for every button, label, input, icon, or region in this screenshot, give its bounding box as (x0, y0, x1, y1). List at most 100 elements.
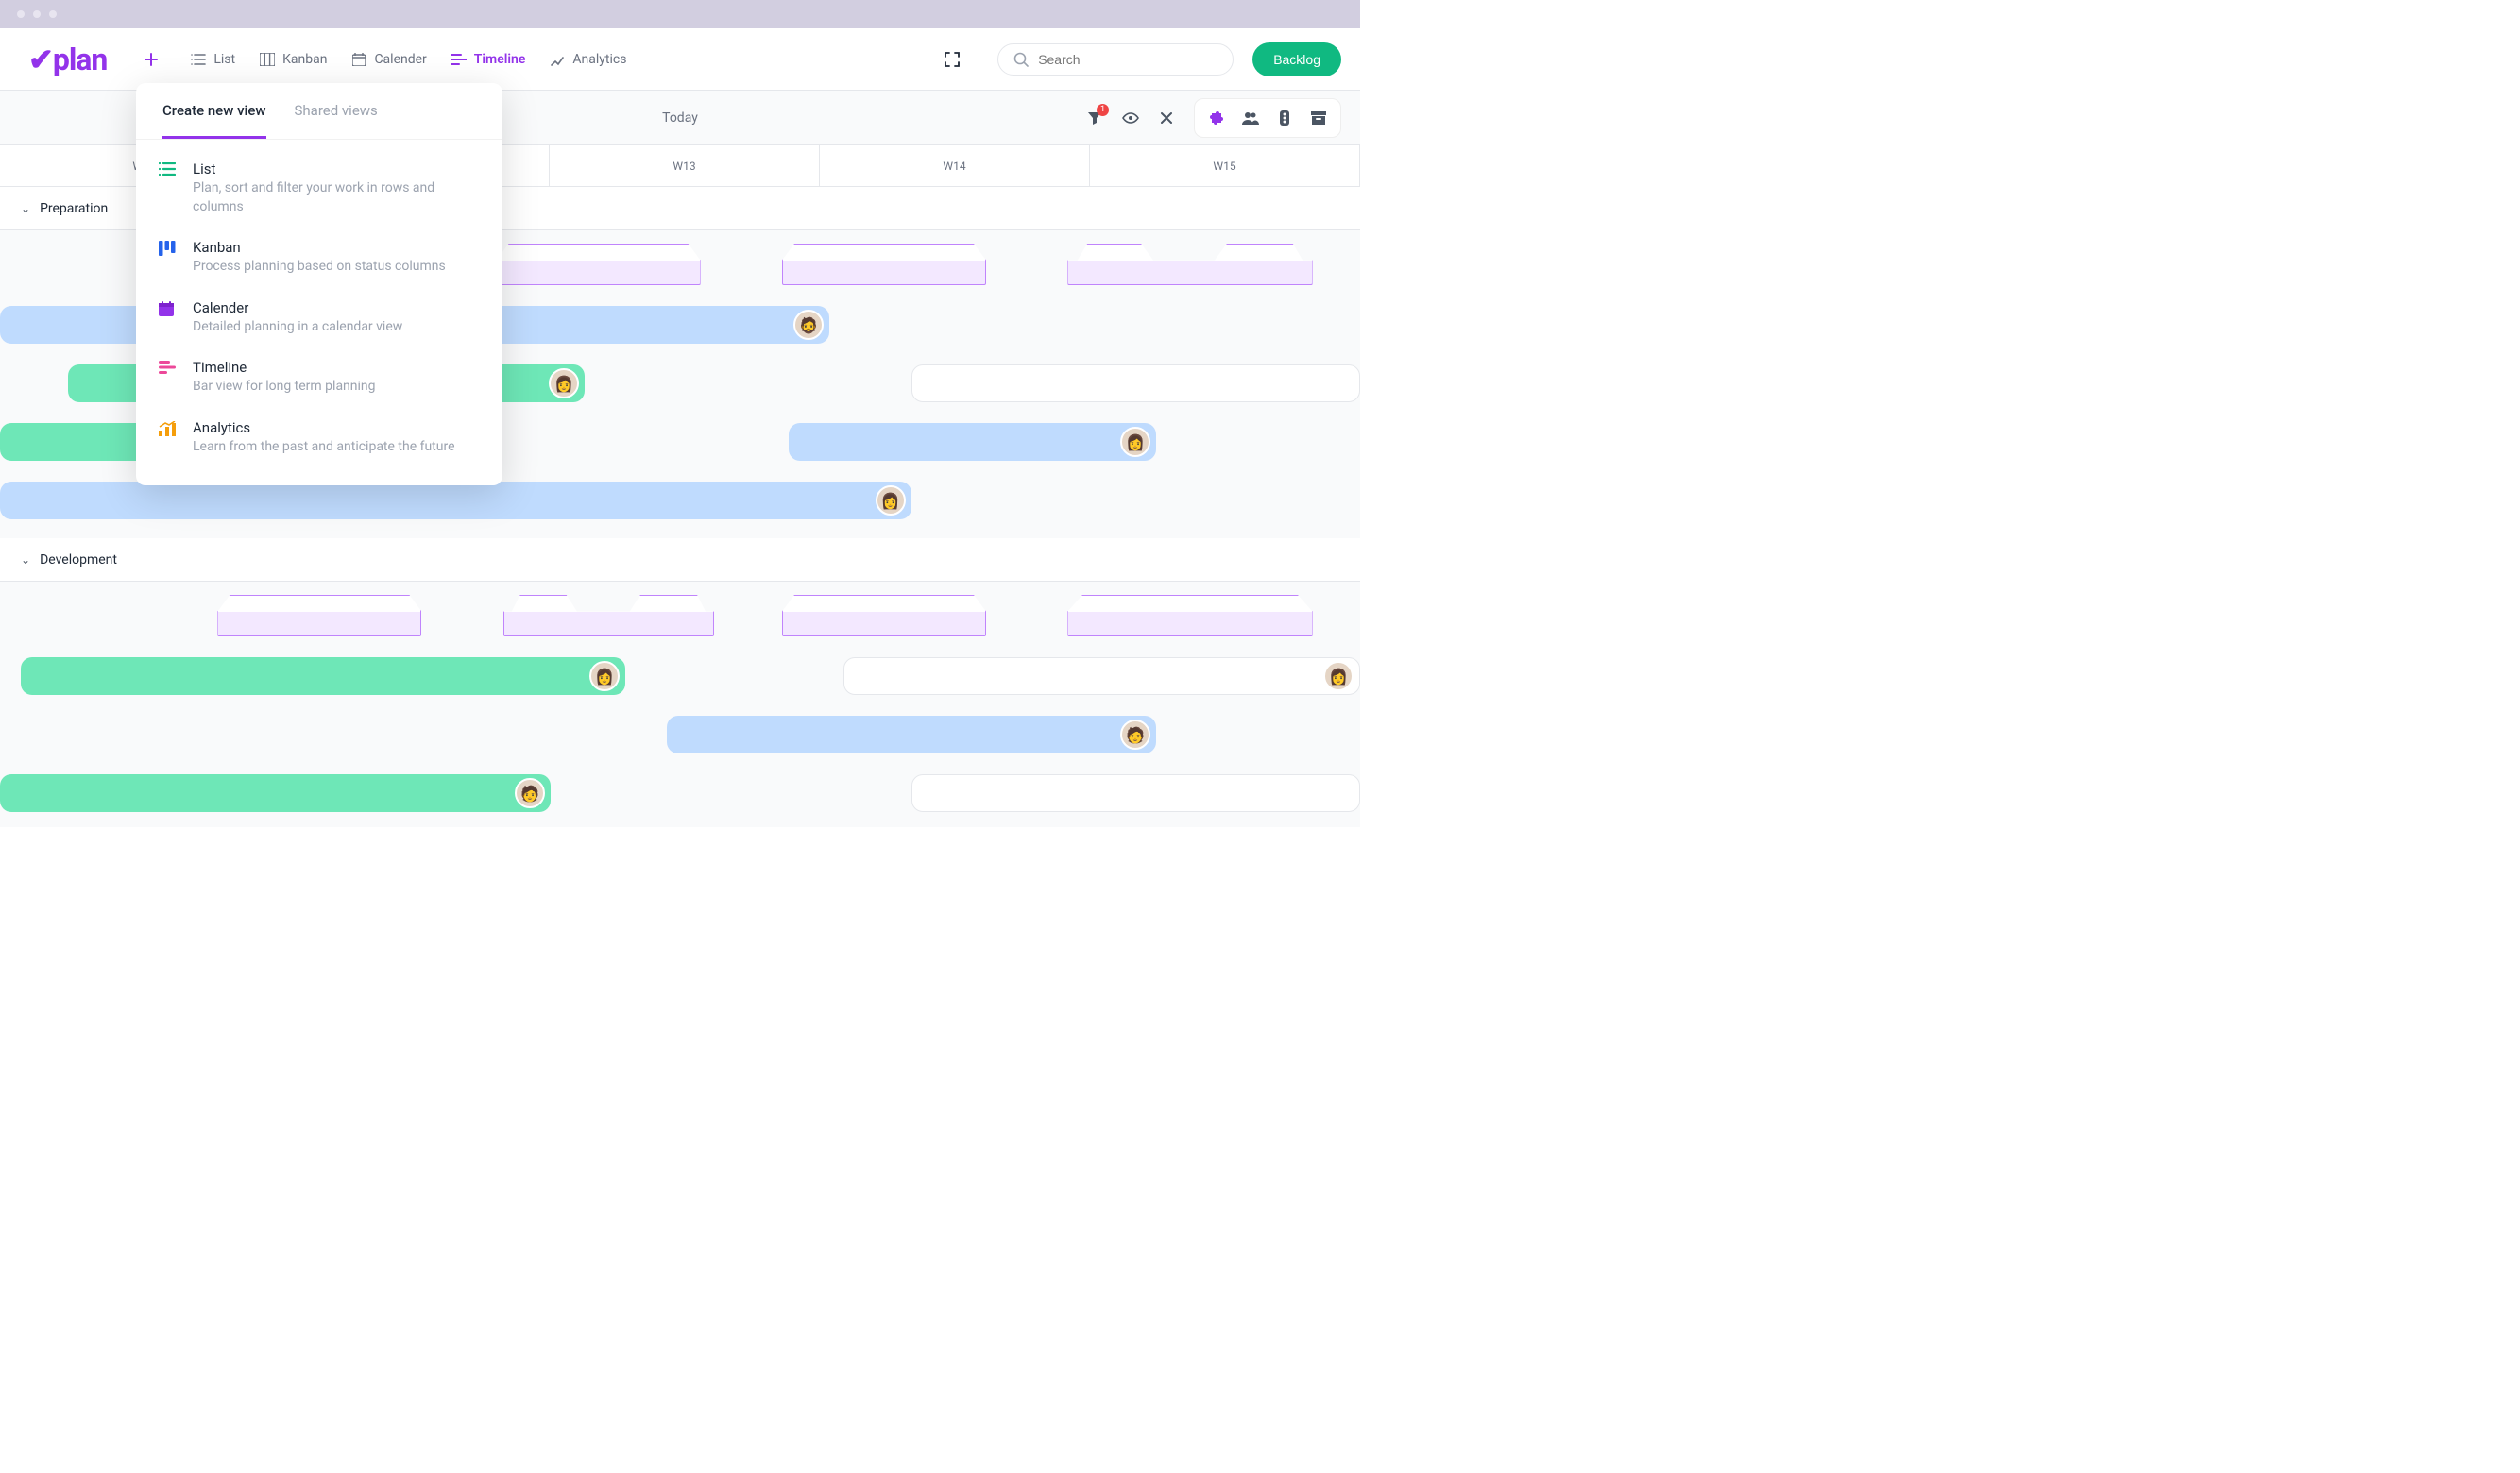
item-title: List (193, 161, 480, 178)
tab-label: Kanban (282, 52, 327, 67)
fullscreen-icon (945, 52, 960, 67)
kanban-icon (159, 241, 176, 258)
analytics-icon (159, 421, 176, 438)
today-button[interactable]: Today (662, 110, 698, 126)
item-desc: Plan, sort and filter your work in rows … (193, 179, 480, 216)
archive-button[interactable] (1303, 102, 1335, 134)
logo: ✔plan (28, 42, 107, 77)
create-view-dropdown: Create new view Shared views List Plan, … (136, 83, 502, 485)
tab-label: Timeline (474, 52, 526, 67)
list-icon (159, 162, 176, 179)
backlog-button[interactable]: Backlog (1252, 42, 1341, 76)
dropdown-item-timeline[interactable]: Timeline Bar view for long term planning (136, 347, 502, 408)
week-label: W13 (673, 160, 695, 173)
item-desc: Learn from the past and anticipate the f… (193, 438, 480, 457)
window-chrome (0, 0, 1360, 28)
avatar: 👩 (589, 661, 620, 691)
week-label: W15 (1213, 160, 1235, 173)
puzzle-button[interactable] (1200, 102, 1233, 134)
dropdown-item-analytics[interactable]: Analytics Learn from the past and antici… (136, 408, 502, 468)
chevron-down-icon: ⌄ (21, 553, 30, 567)
dropdown-list: List Plan, sort and filter your work in … (136, 140, 502, 485)
filter-button[interactable]: 1 (1079, 102, 1111, 134)
avatar: 👩 (876, 485, 906, 516)
item-desc: Process planning based on status columns (193, 258, 480, 277)
avatar: 👩 (549, 368, 579, 398)
logo-check-icon: ✔ (28, 42, 53, 77)
avatar: 👩 (1120, 427, 1150, 457)
visibility-button[interactable] (1115, 102, 1147, 134)
item-title: Kanban (193, 239, 480, 256)
tab-calendar[interactable]: Calender (351, 52, 426, 67)
task-bar[interactable]: 👩 (0, 482, 911, 519)
puzzle-icon (1209, 110, 1224, 126)
people-button[interactable] (1234, 102, 1267, 134)
eye-icon (1122, 112, 1139, 124)
dropdown-tab-create[interactable]: Create new view (162, 83, 266, 139)
group-header-development[interactable]: ⌄ Development (0, 538, 1360, 582)
tab-label: Analytics (572, 52, 626, 67)
dropdown-tab-shared[interactable]: Shared views (295, 83, 378, 139)
task-bar[interactable] (911, 364, 1360, 402)
task-bar[interactable]: 👩 (843, 657, 1360, 695)
tab-label: Calender (374, 52, 426, 67)
task-bar[interactable] (911, 774, 1360, 812)
tab-label: List (213, 52, 235, 67)
dropdown-item-calendar[interactable]: Calender Detailed planning in a calendar… (136, 288, 502, 348)
wrench-icon (1159, 110, 1174, 126)
avatar: 🧔 (793, 310, 824, 340)
task-bar[interactable]: 👩 (789, 423, 1156, 461)
timeline-icon (451, 52, 467, 67)
tab-timeline[interactable]: Timeline (451, 52, 526, 67)
tab-kanban[interactable]: Kanban (260, 52, 327, 67)
nav-tabs: List Kanban Calender Timeline Analytics (191, 52, 626, 67)
chevron-down-icon: ⌄ (21, 202, 30, 215)
tools-button[interactable] (1150, 102, 1183, 134)
fullscreen-button[interactable] (945, 52, 960, 67)
search-input[interactable] (1038, 52, 1217, 67)
plus-icon (145, 53, 158, 66)
task-bar[interactable]: 👩 (21, 657, 626, 695)
week-col: W14 (820, 145, 1090, 186)
list-icon (191, 52, 206, 67)
window-dot (17, 10, 25, 18)
timeline-icon (159, 361, 176, 378)
week-col: W15 (1090, 145, 1360, 186)
traffic-icon (1280, 110, 1289, 126)
tab-analytics[interactable]: Analytics (550, 52, 626, 67)
logo-text: plan (53, 42, 108, 77)
item-title: Analytics (193, 419, 480, 436)
topbar: ✔plan List Kanban Calender Timeline Anal… (0, 28, 1360, 91)
archive-icon (1311, 111, 1326, 125)
week-label: W14 (943, 160, 965, 173)
item-desc: Bar view for long term planning (193, 378, 480, 397)
dropdown-item-list[interactable]: List Plan, sort and filter your work in … (136, 149, 502, 228)
people-icon (1242, 111, 1259, 125)
filter-badge: 1 (1097, 104, 1109, 116)
task-bar[interactable]: 🧑 (667, 716, 1156, 753)
toolbar-icons: 1 (1079, 98, 1341, 138)
search-icon (1013, 52, 1029, 67)
group-name: Development (40, 552, 117, 567)
item-desc: Detailed planning in a calendar view (193, 318, 480, 337)
avatar: 🧑 (1120, 720, 1150, 750)
tool-group (1194, 98, 1341, 138)
kanban-icon (260, 52, 275, 67)
tab-list[interactable]: List (191, 52, 235, 67)
item-title: Timeline (193, 359, 480, 376)
add-view-button[interactable] (140, 48, 162, 71)
window-dot (49, 10, 57, 18)
task-bar[interactable]: 🧑 (0, 774, 551, 812)
calendar-icon (159, 301, 176, 318)
analytics-icon (550, 52, 565, 67)
avatar: 👩 (1323, 661, 1354, 691)
calendar-icon (351, 52, 366, 67)
item-title: Calender (193, 299, 480, 316)
window-dot (33, 10, 41, 18)
avatar: 🧑 (515, 778, 545, 808)
dropdown-item-kanban[interactable]: Kanban Process planning based on status … (136, 228, 502, 288)
search-box[interactable] (997, 43, 1234, 76)
traffic-button[interactable] (1269, 102, 1301, 134)
dropdown-tabs: Create new view Shared views (136, 83, 502, 140)
group-name: Preparation (40, 201, 108, 216)
